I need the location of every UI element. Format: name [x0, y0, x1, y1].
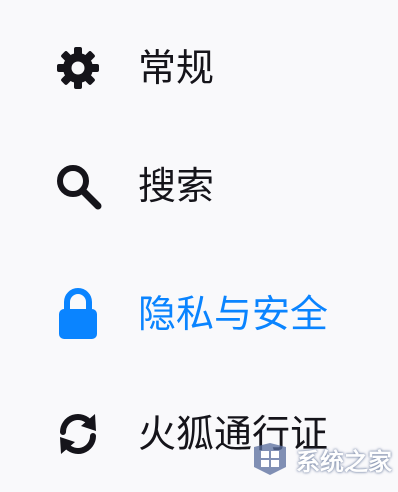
sidebar-item-search[interactable]: 搜索 — [48, 156, 368, 216]
sync-icon — [48, 404, 108, 464]
preferences-sidebar: 常规 搜索 隐私与安全 火狐通行证 — [0, 0, 398, 492]
search-icon — [48, 156, 108, 216]
sidebar-item-label: 常规 — [138, 46, 215, 90]
gear-icon — [48, 38, 108, 98]
sidebar-item-general[interactable]: 常规 — [48, 38, 368, 98]
watermark-text: 系统之家 — [296, 447, 392, 476]
sidebar-item-label: 隐私与安全 — [138, 292, 329, 336]
sidebar-item-label: 搜索 — [138, 164, 215, 208]
watermark: 系统之家 — [250, 438, 392, 480]
sidebar-item-privacy[interactable]: 隐私与安全 — [48, 284, 368, 344]
lock-icon — [48, 284, 108, 344]
windows-logo-icon — [254, 443, 286, 475]
